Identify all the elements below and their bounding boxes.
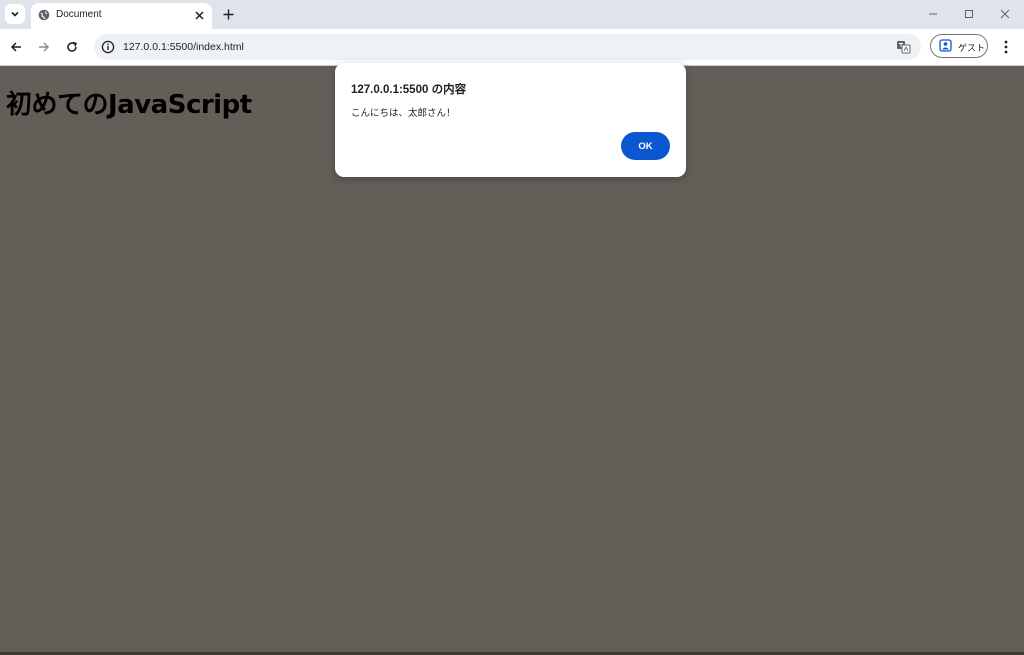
profile-label: ゲスト xyxy=(958,43,986,53)
ok-button[interactable]: OK xyxy=(621,132,670,160)
url-text[interactable]: 127.0.0.1:5500/index.html xyxy=(123,41,244,53)
info-icon[interactable] xyxy=(101,40,115,54)
tab-close-button[interactable] xyxy=(192,8,206,22)
tab-document[interactable]: Document xyxy=(31,3,212,29)
maximize-button[interactable] xyxy=(960,5,978,23)
dialog-message: こんにちは、太郎さん！ xyxy=(351,108,456,119)
forward-arrow-icon xyxy=(39,42,50,52)
profile-guest-button[interactable]: ゲスト xyxy=(930,34,988,58)
kebab-menu-icon xyxy=(1004,40,1008,54)
page-heading: 初めてのJavaScript xyxy=(6,90,252,120)
back-arrow-icon xyxy=(10,42,21,52)
forward-button[interactable] xyxy=(34,37,54,57)
plus-icon xyxy=(223,9,233,19)
window-close-button[interactable] xyxy=(996,5,1014,23)
reload-icon xyxy=(67,41,77,52)
chevron-down-icon xyxy=(11,11,19,17)
minimize-icon xyxy=(929,13,937,15)
address-bar[interactable]: 127.0.0.1:5500/index.html xyxy=(94,34,921,60)
maximize-icon xyxy=(965,10,973,18)
dialog-title: 127.0.0.1:5500 の内容 xyxy=(351,84,467,96)
reload-button[interactable] xyxy=(62,37,82,57)
close-icon xyxy=(194,10,204,20)
tab-search-button[interactable] xyxy=(5,4,25,24)
close-icon xyxy=(1000,9,1010,19)
person-icon xyxy=(939,39,952,52)
back-button[interactable] xyxy=(6,37,26,57)
tab-title: Document xyxy=(56,9,102,20)
alert-dialog: 127.0.0.1:5500 の内容 こんにちは、太郎さん！ OK xyxy=(335,63,686,177)
minimize-button[interactable] xyxy=(924,5,942,23)
browser-menu-button[interactable] xyxy=(998,37,1014,57)
tab-strip: Document xyxy=(0,0,1024,29)
globe-icon xyxy=(38,9,50,21)
translate-icon[interactable] xyxy=(896,40,911,54)
browser-toolbar: 127.0.0.1:5500/index.html ゲスト xyxy=(0,29,1024,66)
new-tab-button[interactable] xyxy=(219,5,237,23)
